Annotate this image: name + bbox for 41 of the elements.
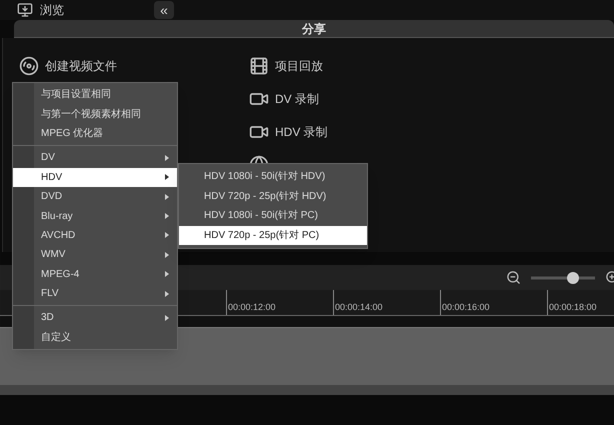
collapse-button[interactable]: « xyxy=(154,1,174,19)
menu-item[interactable]: Blu-ray xyxy=(13,206,177,226)
submenu-arrow-icon xyxy=(165,290,169,297)
ruler-time-label: 00:00:14:00 xyxy=(335,302,383,312)
ruler-time-label: 00:00:16:00 xyxy=(442,302,490,312)
menu-item[interactable]: HDV 1080i - 50i(针对 PC) xyxy=(179,206,367,226)
menu-item[interactable]: FLV xyxy=(13,284,177,304)
menu-item[interactable]: WMV xyxy=(13,245,177,265)
panel-title: 分享 xyxy=(302,20,326,38)
menu-item[interactable]: DVD xyxy=(13,186,177,206)
zoom-slider-thumb[interactable] xyxy=(567,272,580,284)
monitor-icon xyxy=(16,2,34,18)
share-option[interactable]: 创建视频文件 xyxy=(45,57,117,75)
submenu-arrow-icon xyxy=(165,232,169,238)
ruler-time-label: 00:00:12:00 xyxy=(228,302,276,312)
menu-item[interactable]: 与项目设置相同 xyxy=(13,85,177,104)
submenu-arrow-icon xyxy=(165,271,169,278)
share-option[interactable]: HDV 录制 xyxy=(275,123,328,141)
menu-item[interactable]: 自定义 xyxy=(13,328,177,348)
submenu-arrow-icon xyxy=(165,194,169,200)
menu-item[interactable]: 与第一个视频素材相同 xyxy=(13,104,177,124)
ruler-time-label: 00:00:18:00 xyxy=(549,302,597,312)
menu-item[interactable]: HDV xyxy=(13,168,177,187)
film-reel-icon xyxy=(19,56,39,76)
browse-button[interactable]: 浏览 xyxy=(16,1,136,19)
share-option[interactable]: DV 录制 xyxy=(275,90,320,108)
film-play-icon xyxy=(249,56,269,76)
share-option[interactable]: 项目回放 xyxy=(275,57,323,75)
menu-item[interactable]: AVCHD xyxy=(13,226,177,246)
submenu-arrow-icon xyxy=(165,213,169,220)
menu-item[interactable]: HDV 1080i - 50i(针对 HDV) xyxy=(179,167,367,186)
submenu-arrow-icon xyxy=(165,174,169,180)
menu-item[interactable]: DV xyxy=(13,148,177,168)
submenu-arrow-icon xyxy=(165,314,169,321)
menu-item[interactable]: MPEG 优化器 xyxy=(13,124,177,144)
menu-item[interactable]: 3D xyxy=(13,308,177,328)
menu-item[interactable]: HDV 720p - 25p(针对 HDV) xyxy=(179,186,367,206)
menu-item[interactable]: HDV 720p - 25p(针对 PC) xyxy=(179,226,367,245)
submenu-arrow-icon xyxy=(165,154,169,161)
zoom-out-icon[interactable] xyxy=(506,270,521,285)
submenu-arrow-icon xyxy=(165,252,169,258)
